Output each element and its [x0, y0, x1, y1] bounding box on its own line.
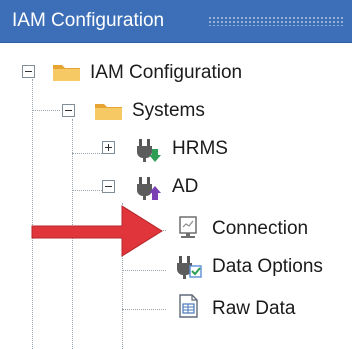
raw-data-doc-icon [179, 294, 198, 318]
connection-monitor-icon [179, 216, 197, 238]
tree-node-raw-data[interactable]: Raw Data [212, 298, 295, 320]
expander-collapse-root[interactable] [22, 65, 35, 78]
tree-line [122, 309, 166, 310]
red-arrow-icon [31, 205, 163, 257]
tree-node-systems[interactable]: Systems [132, 100, 205, 122]
expander-collapse-ad[interactable] [102, 180, 115, 193]
folder-icon [95, 104, 122, 120]
panel-titlebar[interactable]: IAM Configuration [0, 0, 352, 43]
tree-line [72, 190, 102, 191]
plug-down-icon [137, 139, 161, 162]
tree-line [32, 110, 60, 111]
tree-node-data-options[interactable]: Data Options [212, 256, 323, 278]
tree-node-iam-configuration[interactable]: IAM Configuration [90, 62, 242, 84]
tree-line [122, 270, 166, 271]
tree-line [72, 153, 102, 154]
tree-node-connection[interactable]: Connection [212, 218, 308, 240]
iam-configuration-panel: IAM Configuration IAM Configuration Syst… [0, 0, 352, 349]
folder-icon [53, 65, 80, 81]
tree-node-hrms[interactable]: HRMS [172, 138, 228, 160]
panel-title: IAM Configuration [12, 10, 165, 31]
tree-node-ad[interactable]: AD [172, 176, 198, 198]
expander-expand-hrms[interactable] [102, 141, 115, 154]
expander-collapse-systems[interactable] [62, 104, 75, 117]
titlebar-grip [208, 16, 344, 26]
